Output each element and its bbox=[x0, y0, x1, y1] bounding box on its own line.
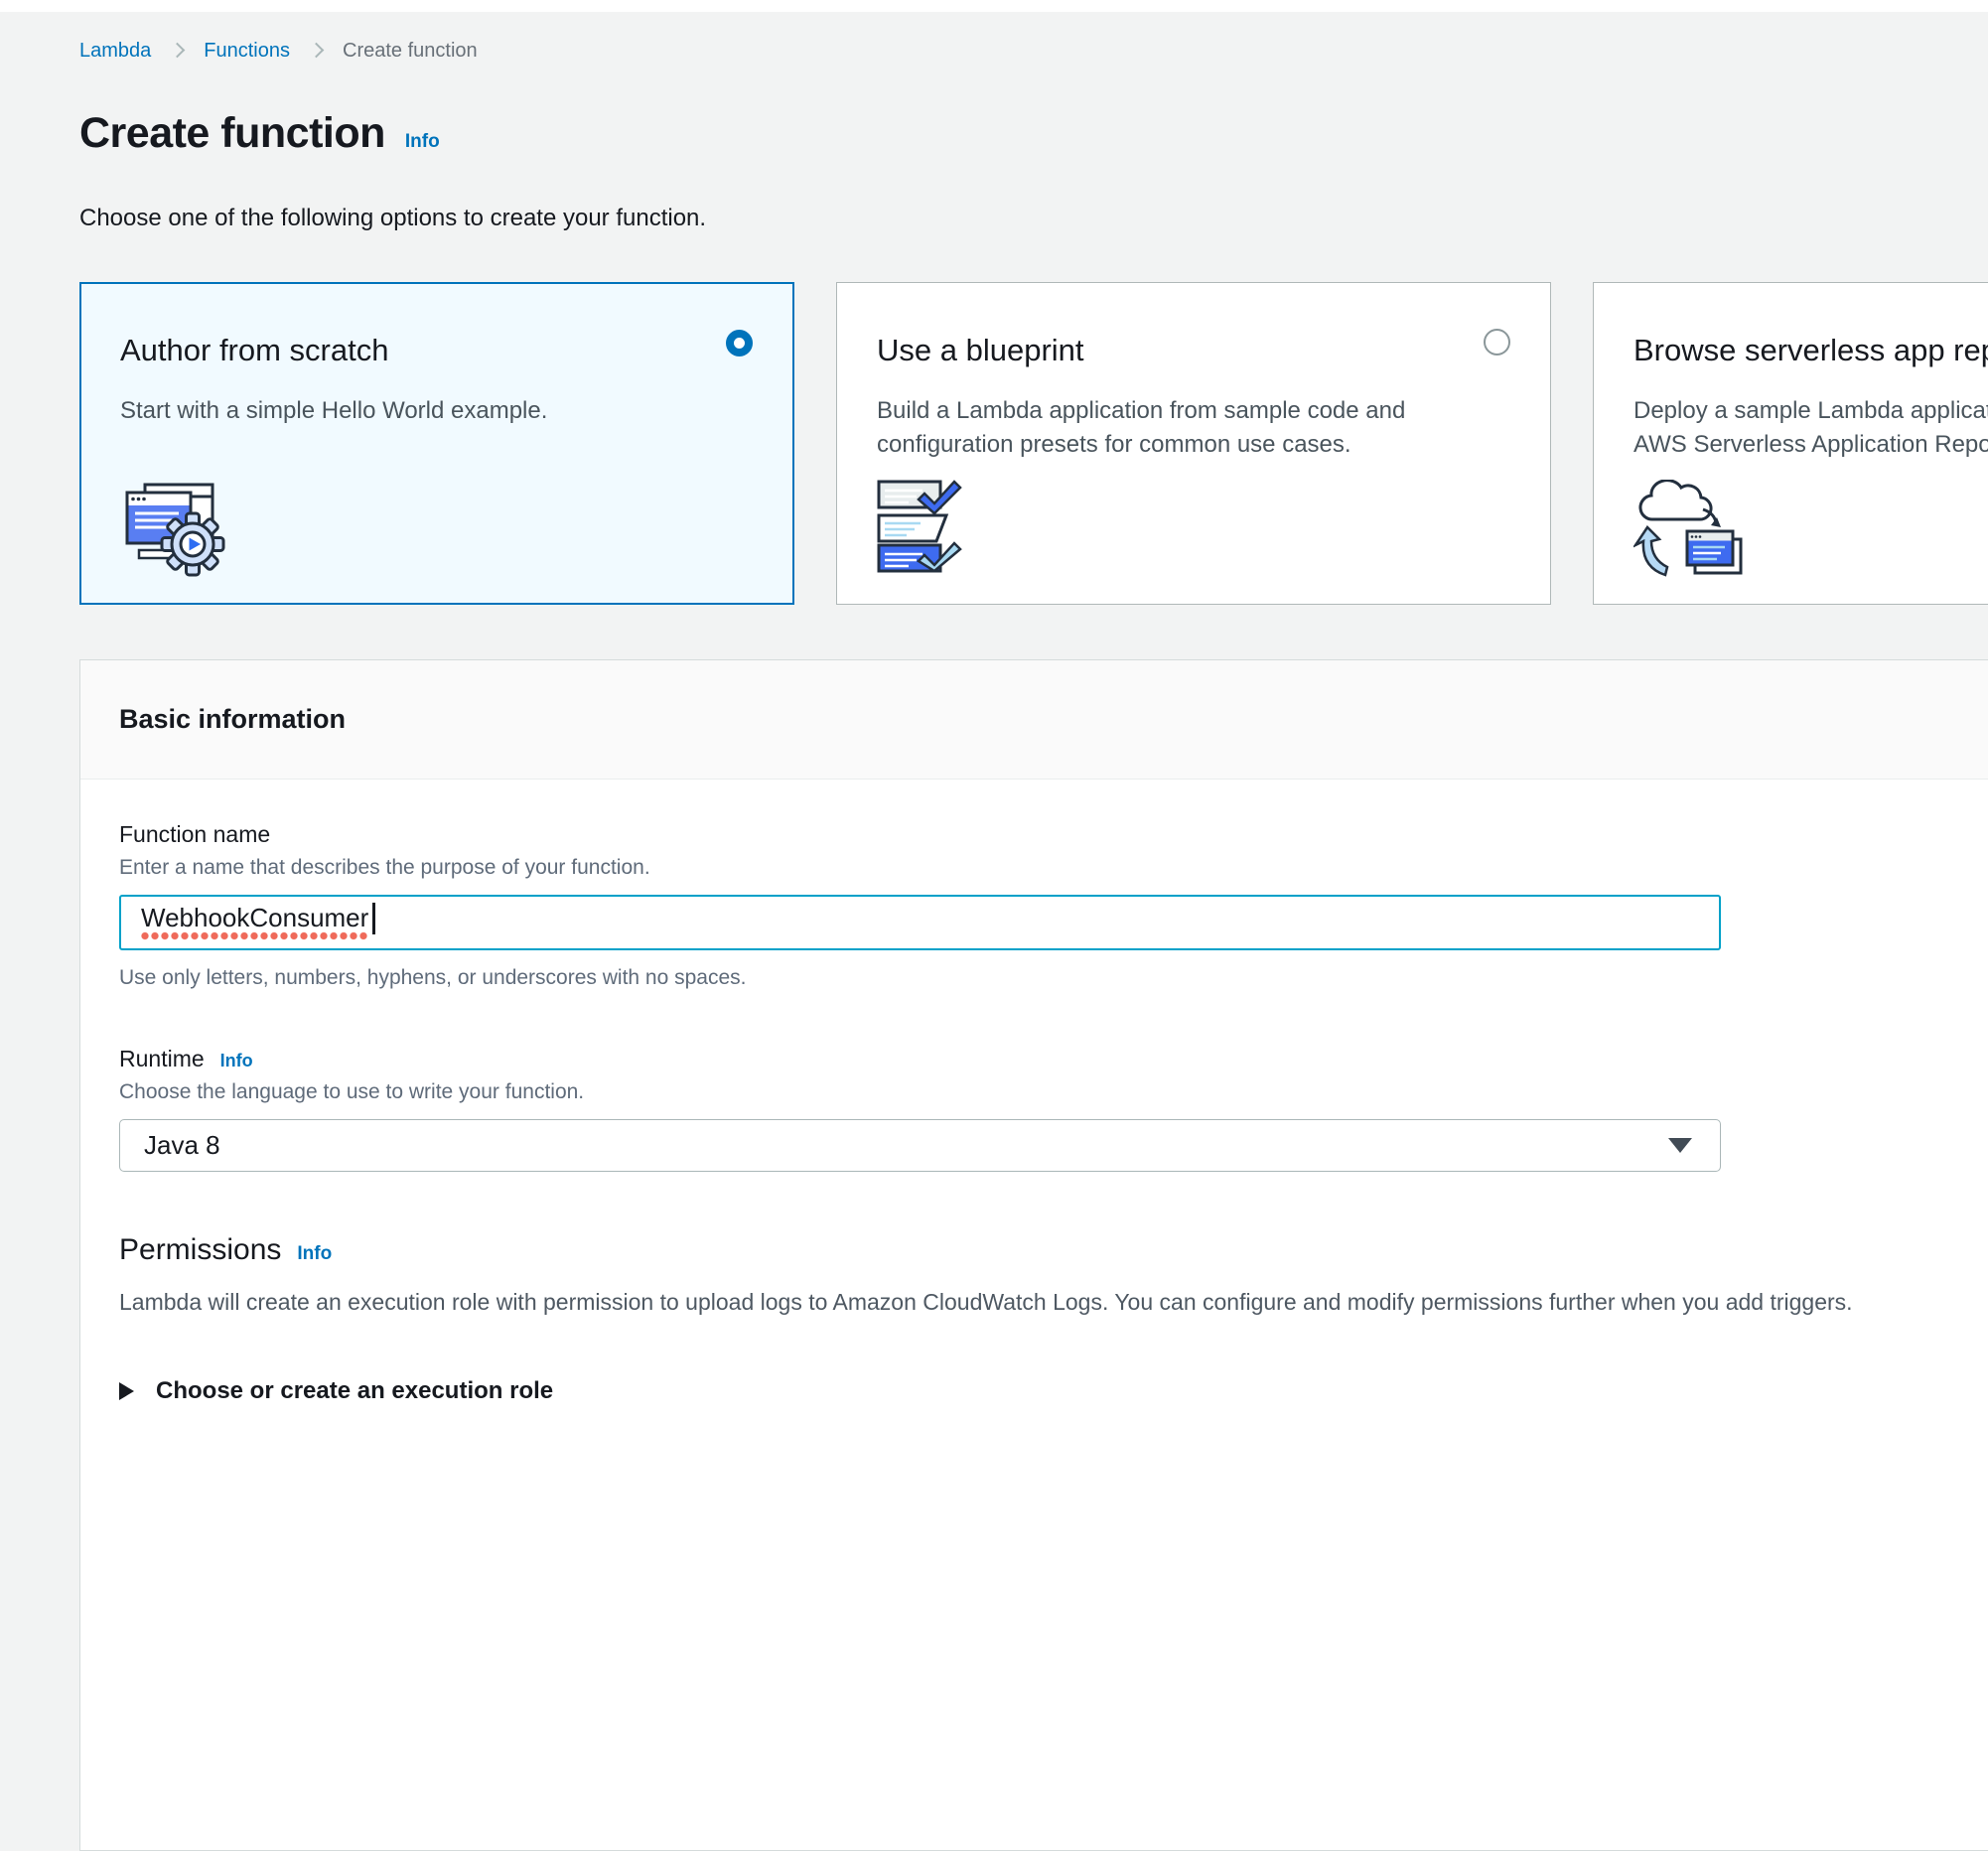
breadcrumb-link-lambda[interactable]: Lambda bbox=[79, 40, 151, 63]
creation-option-cards: Author from scratch Start with a simple … bbox=[79, 282, 1988, 605]
runtime-info-link[interactable]: Info bbox=[220, 1051, 253, 1071]
create-function-info-link[interactable]: Info bbox=[405, 131, 440, 153]
top-strip bbox=[0, 0, 1988, 12]
runtime-field: Runtime Info Choose the language to use … bbox=[119, 1046, 1988, 1172]
card-description-line: Build a Lambda application from sample c… bbox=[877, 394, 1510, 428]
function-name-field: Function name Enter a name that describe… bbox=[119, 821, 1988, 990]
page-title: Create function bbox=[79, 109, 385, 158]
dropdown-arrow-icon bbox=[1668, 1138, 1692, 1153]
runtime-label: Runtime bbox=[119, 1046, 205, 1072]
function-name-input[interactable]: WebhookConsumer bbox=[119, 895, 1721, 950]
card-title: Browse serverless app repository bbox=[1633, 333, 1988, 368]
card-author-from-scratch[interactable]: Author from scratch Start with a simple … bbox=[79, 282, 794, 605]
card-title: Use a blueprint bbox=[877, 333, 1510, 368]
runtime-selected-value: Java 8 bbox=[144, 1130, 220, 1161]
function-name-constraint: Use only letters, numbers, hyphens, or u… bbox=[119, 966, 1988, 990]
page-subtitle: Choose one of the following options to c… bbox=[79, 205, 706, 232]
card-use-a-blueprint[interactable]: Use a blueprint Build a Lambda applicati… bbox=[836, 282, 1551, 605]
panel-title: Basic information bbox=[119, 704, 346, 735]
chevron-right-icon bbox=[309, 43, 325, 59]
serverless-app-repository-icon bbox=[1633, 480, 1753, 588]
breadcrumb-current: Create function bbox=[343, 40, 478, 63]
card-description: Start with a simple Hello World example. bbox=[120, 394, 754, 428]
runtime-select[interactable]: Java 8 bbox=[119, 1119, 1721, 1172]
card-description-line: AWS Serverless Application Repository bbox=[1633, 428, 1988, 462]
breadcrumb: Lambda Functions Create function bbox=[79, 40, 478, 63]
expander-triangle-icon bbox=[119, 1382, 134, 1400]
radio-author-from-scratch[interactable] bbox=[726, 330, 753, 356]
blueprint-icon bbox=[877, 480, 976, 578]
chevron-right-icon bbox=[170, 43, 186, 59]
basic-information-panel: Basic information Function name Enter a … bbox=[79, 659, 1988, 1851]
card-browse-serverless-app-repository[interactable]: Browse serverless app repository Deploy … bbox=[1593, 282, 1988, 605]
card-description-line: configuration presets for common use cas… bbox=[877, 428, 1510, 462]
text-cursor bbox=[372, 903, 375, 934]
runtime-help: Choose the language to use to write your… bbox=[119, 1080, 1988, 1104]
execution-role-expander[interactable]: Choose or create an execution role bbox=[119, 1377, 1988, 1405]
function-name-label: Function name bbox=[119, 821, 1988, 848]
function-name-help: Enter a name that describes the purpose … bbox=[119, 856, 1988, 880]
breadcrumb-link-functions[interactable]: Functions bbox=[204, 40, 290, 63]
panel-header: Basic information bbox=[80, 660, 1988, 780]
permissions-info-link[interactable]: Info bbox=[297, 1243, 332, 1265]
card-title: Author from scratch bbox=[120, 333, 754, 368]
radio-use-a-blueprint[interactable] bbox=[1484, 329, 1510, 356]
permissions-section: Permissions Info Lambda will create an e… bbox=[119, 1233, 1988, 1405]
execution-role-expander-label: Choose or create an execution role bbox=[156, 1377, 553, 1405]
card-description-line: Deploy a sample Lambda application from … bbox=[1633, 394, 1988, 428]
function-name-value: WebhookConsumer bbox=[141, 904, 368, 942]
permissions-description: Lambda will create an execution role wit… bbox=[119, 1289, 1988, 1316]
permissions-title: Permissions bbox=[119, 1233, 281, 1267]
author-from-scratch-icon bbox=[121, 481, 228, 583]
